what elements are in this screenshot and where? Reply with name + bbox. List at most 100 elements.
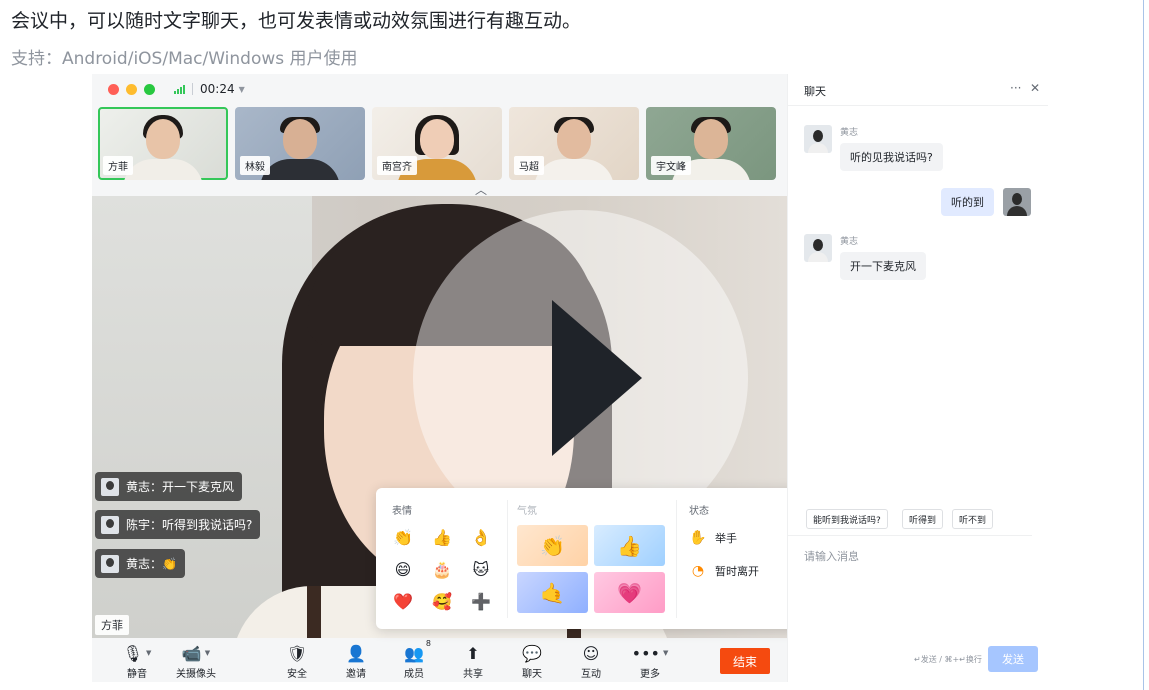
atmosphere-thumbs-button[interactable]: 👍 bbox=[594, 525, 665, 566]
maximize-window-button[interactable] bbox=[144, 83, 155, 95]
invite-label: 邀请 bbox=[346, 669, 366, 680]
title-bar: 00:24 ▼ bbox=[92, 74, 787, 104]
chevron-down-icon[interactable]: ▼ bbox=[205, 649, 210, 657]
chat-input[interactable] bbox=[804, 550, 1024, 563]
speaker-name: 方菲 bbox=[95, 615, 129, 635]
close-icon[interactable]: ✕ bbox=[1030, 81, 1040, 95]
overlay-chat-message: 黄志：👏 bbox=[95, 549, 185, 578]
participant-name: 马超 bbox=[514, 156, 544, 175]
send-hint: ↵发送 / ⌘+↵换行 bbox=[914, 655, 982, 664]
love-face-emoji-button[interactable]: 🥰 bbox=[430, 590, 454, 612]
quick-reply-button[interactable]: 听得到 bbox=[902, 509, 944, 529]
participant-name: 林毅 bbox=[240, 156, 270, 175]
chat-panel: 聊天 ··· ✕ 黄志 听的见我说话吗? 听的到 黄志 开一下麦克风 能听到我说… bbox=[787, 74, 1048, 682]
raise-hand-label: 举手 bbox=[715, 532, 737, 545]
divider bbox=[676, 500, 677, 618]
invite-button[interactable]: 👤 邀请 bbox=[329, 642, 383, 681]
participant-tile[interactable]: 马超 bbox=[509, 107, 639, 180]
emoji-section-title: 表情 bbox=[392, 506, 412, 517]
avatar-body bbox=[123, 159, 203, 180]
security-button[interactable]: 🛡 安全 bbox=[270, 642, 324, 681]
atmosphere-section-title: 气氛 bbox=[517, 506, 537, 517]
avatar bbox=[1003, 188, 1031, 216]
atmosphere-heart-button[interactable]: 💗 bbox=[594, 572, 665, 613]
participant-name: 宇文峰 bbox=[651, 156, 691, 175]
overlay-message-text: 黄志：开一下麦克风 bbox=[126, 480, 235, 494]
more-button[interactable]: ••• ▼ 更多 bbox=[623, 642, 677, 681]
avatar bbox=[804, 125, 832, 153]
page: 会议中，可以随时文字聊天，也可发表情或动效氛围进行有趣互动。 支持：Androi… bbox=[0, 0, 1149, 690]
avatar bbox=[101, 515, 119, 534]
chevron-down-icon[interactable]: ▼ bbox=[239, 85, 245, 94]
overlay-message-text: 黄志：👏 bbox=[126, 557, 177, 571]
chat-header: 聊天 ··· ✕ bbox=[788, 74, 1048, 106]
meeting-timer[interactable]: 00:24 bbox=[200, 82, 235, 96]
title-separator bbox=[192, 83, 193, 95]
clap-emoji-button[interactable]: 👏 bbox=[391, 526, 415, 548]
participant-tile[interactable]: 宇文峰 bbox=[646, 107, 776, 180]
chat-message: 听的见我说话吗? bbox=[840, 143, 943, 171]
chat-title: 聊天 bbox=[804, 85, 826, 98]
avatar-body bbox=[534, 159, 614, 180]
avatar-face bbox=[557, 119, 591, 159]
away-button[interactable]: ◔ 暂时离开 bbox=[689, 563, 759, 579]
share-button[interactable]: ⬆ 共享 bbox=[446, 642, 500, 681]
heart-emoji-button[interactable]: ❤️ bbox=[391, 590, 415, 612]
interact-button[interactable]: ☺ 互动 bbox=[564, 642, 618, 681]
avatar bbox=[101, 554, 119, 573]
quick-reply-button[interactable]: 听不到 bbox=[952, 509, 994, 529]
participant-name: 方菲 bbox=[103, 156, 133, 175]
status-section-title: 状态 bbox=[689, 506, 709, 517]
sweater-stripe bbox=[307, 586, 321, 638]
more-icon[interactable]: ··· bbox=[1010, 81, 1021, 95]
intro-headline: 会议中，可以随时文字聊天，也可发表情或动效氛围进行有趣互动。 bbox=[11, 10, 582, 32]
end-meeting-button[interactable]: 结束 bbox=[720, 648, 770, 674]
security-label: 安全 bbox=[287, 669, 307, 680]
shield-icon: 🛡 bbox=[286, 643, 308, 663]
more-icon: ••• bbox=[631, 643, 660, 663]
clock-icon: ◔ bbox=[691, 563, 705, 579]
plus-one-emoji-button[interactable]: ➕ bbox=[469, 590, 493, 612]
share-icon: ⬆ bbox=[466, 643, 480, 663]
atmosphere-clap-button[interactable]: 👏 bbox=[517, 525, 588, 566]
avatar-face bbox=[283, 119, 317, 159]
avatar-face bbox=[694, 119, 728, 159]
chevron-down-icon[interactable]: ▼ bbox=[146, 649, 151, 657]
message-sender: 黄志 bbox=[840, 237, 859, 247]
chat-label: 聊天 bbox=[522, 669, 542, 680]
send-button[interactable]: 发送 bbox=[988, 646, 1038, 672]
camera-icon: 📹 bbox=[181, 643, 202, 663]
laugh-emoji-button[interactable]: 😄 bbox=[391, 558, 415, 580]
avatar-face bbox=[146, 119, 180, 159]
mute-button[interactable]: 🎙 ▼ 静音 bbox=[110, 642, 164, 681]
message-sender: 黄志 bbox=[840, 128, 859, 138]
smile-icon: ☺ bbox=[582, 643, 600, 663]
overlay-chat-message: 黄志：开一下麦克风 bbox=[95, 472, 243, 501]
interact-label: 互动 bbox=[581, 669, 601, 680]
reactions-panel: 表情 气氛 状态 👏 👍 👌 😄 🎂 🐱 ❤️ 🥰 ➕ 👏 👍 🤙 💗 ✋ 举手… bbox=[376, 488, 805, 629]
camera-button[interactable]: 📹 ▼ 关摄像头 bbox=[169, 642, 223, 681]
thumbs-up-emoji-button[interactable]: 👍 bbox=[430, 526, 454, 548]
chevron-down-icon[interactable]: ▼ bbox=[663, 649, 668, 657]
meeting-toolbar: 🎙 ▼ 静音 📹 ▼ 关摄像头 🛡 安全 👤 邀请 👥 8 成员 ⬆ 共享 💬 … bbox=[92, 638, 787, 682]
chat-button[interactable]: 💬 聊天 bbox=[505, 642, 559, 681]
participant-tile[interactable]: 林毅 bbox=[235, 107, 365, 180]
minimize-window-button[interactable] bbox=[126, 83, 137, 95]
cake-emoji-button[interactable]: 🎂 bbox=[430, 558, 454, 580]
close-window-button[interactable] bbox=[108, 83, 119, 95]
members-count: 8 bbox=[425, 639, 431, 648]
add-user-icon: 👤 bbox=[346, 643, 366, 663]
participant-tile[interactable]: 方菲 bbox=[98, 107, 228, 180]
intro-support: 支持：Android/iOS/Mac/Windows 用户使用 bbox=[11, 49, 358, 69]
microphone-icon: 🎙 bbox=[122, 643, 143, 663]
quick-reply-button[interactable]: 能听到我说话吗? bbox=[806, 509, 888, 529]
raise-hand-button[interactable]: ✋ 举手 bbox=[689, 530, 737, 546]
cat-emoji-button[interactable]: 🐱 bbox=[469, 558, 493, 580]
ok-hand-emoji-button[interactable]: 👌 bbox=[469, 526, 493, 548]
participant-tile[interactable]: 南宫齐 bbox=[372, 107, 502, 180]
members-button[interactable]: 👥 8 成员 bbox=[387, 639, 441, 680]
atmosphere-hang-loose-button[interactable]: 🤙 bbox=[517, 572, 588, 613]
more-label: 更多 bbox=[640, 669, 660, 680]
members-icon: 👥 bbox=[404, 643, 424, 663]
overlay-chat-message: 陈宇：听得到我说话吗? bbox=[95, 510, 261, 539]
